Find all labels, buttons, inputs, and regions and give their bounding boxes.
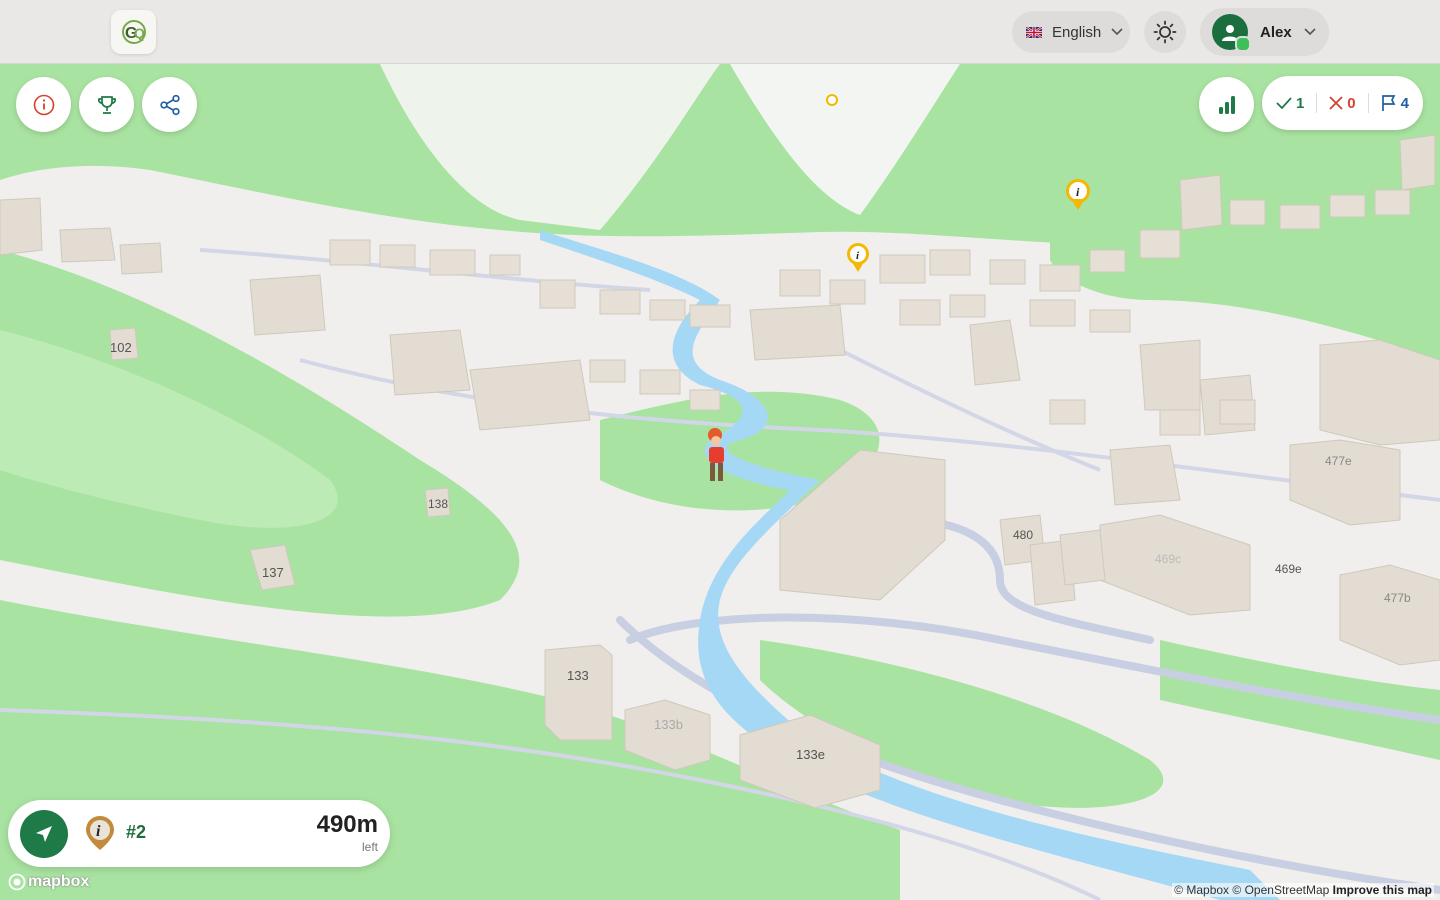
map-canvas[interactable]: 102 138 137 133 133b 133e 480 469c 469e …	[0, 64, 1440, 900]
score-summary[interactable]: 1 0 4	[1262, 76, 1423, 130]
map-label: 469c	[1155, 552, 1181, 566]
chevron-down-icon	[1111, 28, 1123, 36]
avatar	[1212, 14, 1251, 52]
map-label: 480	[1013, 528, 1033, 542]
trophy-icon	[97, 95, 116, 114]
svg-text:Q: Q	[134, 25, 145, 41]
info-icon	[33, 94, 54, 115]
map-label: 138	[428, 497, 448, 511]
flag-count: 4	[1381, 94, 1409, 112]
navigation-arrow-icon	[36, 826, 52, 842]
correct-count: 1	[1276, 95, 1304, 112]
map-label: 477e	[1325, 454, 1352, 468]
app-logo[interactable]: G Q	[111, 10, 156, 54]
online-status-dot	[1235, 36, 1251, 52]
map-label: 133	[567, 668, 589, 683]
map-label: 137	[262, 565, 284, 580]
navigation-panel: i #2 490m left	[8, 800, 390, 867]
bar-chart-icon	[1218, 95, 1235, 114]
improve-map-link[interactable]: Improve this map	[1333, 883, 1432, 897]
sun-icon	[1153, 20, 1177, 44]
map-label: 133b	[654, 717, 683, 732]
wrong-count: 0	[1329, 95, 1356, 112]
language-selector[interactable]: English	[1012, 11, 1130, 53]
share-button[interactable]	[142, 77, 197, 132]
map-label: 477b	[1384, 591, 1411, 605]
flag-icon	[1381, 95, 1395, 111]
info-pin-icon: i	[86, 816, 114, 850]
user-menu[interactable]: Alex	[1200, 8, 1329, 56]
top-bar: G Q English Alex	[0, 0, 1440, 64]
mapbox-logo[interactable]: mapbox	[8, 873, 89, 891]
distance-suffix: left	[361, 840, 378, 854]
uk-flag-icon	[1026, 26, 1042, 38]
info-button[interactable]	[16, 77, 71, 132]
divider	[1367, 93, 1369, 113]
mapbox-icon	[8, 873, 26, 891]
chevron-down-icon	[1304, 28, 1316, 36]
waypoint-number: #2	[126, 822, 147, 842]
close-icon	[1329, 96, 1343, 110]
map-label: 469e	[1275, 562, 1302, 576]
divider	[1316, 93, 1318, 113]
user-name: Alex	[1260, 23, 1292, 41]
svg-text:i: i	[96, 823, 101, 840]
info-pin-icon[interactable]	[826, 94, 838, 106]
theme-toggle-button[interactable]	[1144, 11, 1186, 53]
stats-chart-button[interactable]	[1199, 77, 1254, 132]
check-icon	[1276, 97, 1292, 110]
mapbox-attribution-link[interactable]: © Mapbox	[1174, 883, 1229, 897]
recenter-location-button[interactable]	[20, 810, 68, 858]
map-label: 102	[110, 340, 132, 355]
logo-icon: G Q	[121, 20, 146, 44]
leaderboard-button[interactable]	[79, 77, 134, 132]
osm-attribution-link[interactable]: © OpenStreetMap	[1232, 883, 1329, 897]
distance-remaining: 490m	[316, 811, 378, 838]
map-attribution: © Mapbox © OpenStreetMap Improve this ma…	[1172, 883, 1434, 897]
map-label: 133e	[796, 747, 825, 762]
language-label: English	[1052, 23, 1102, 41]
share-icon	[159, 94, 180, 115]
